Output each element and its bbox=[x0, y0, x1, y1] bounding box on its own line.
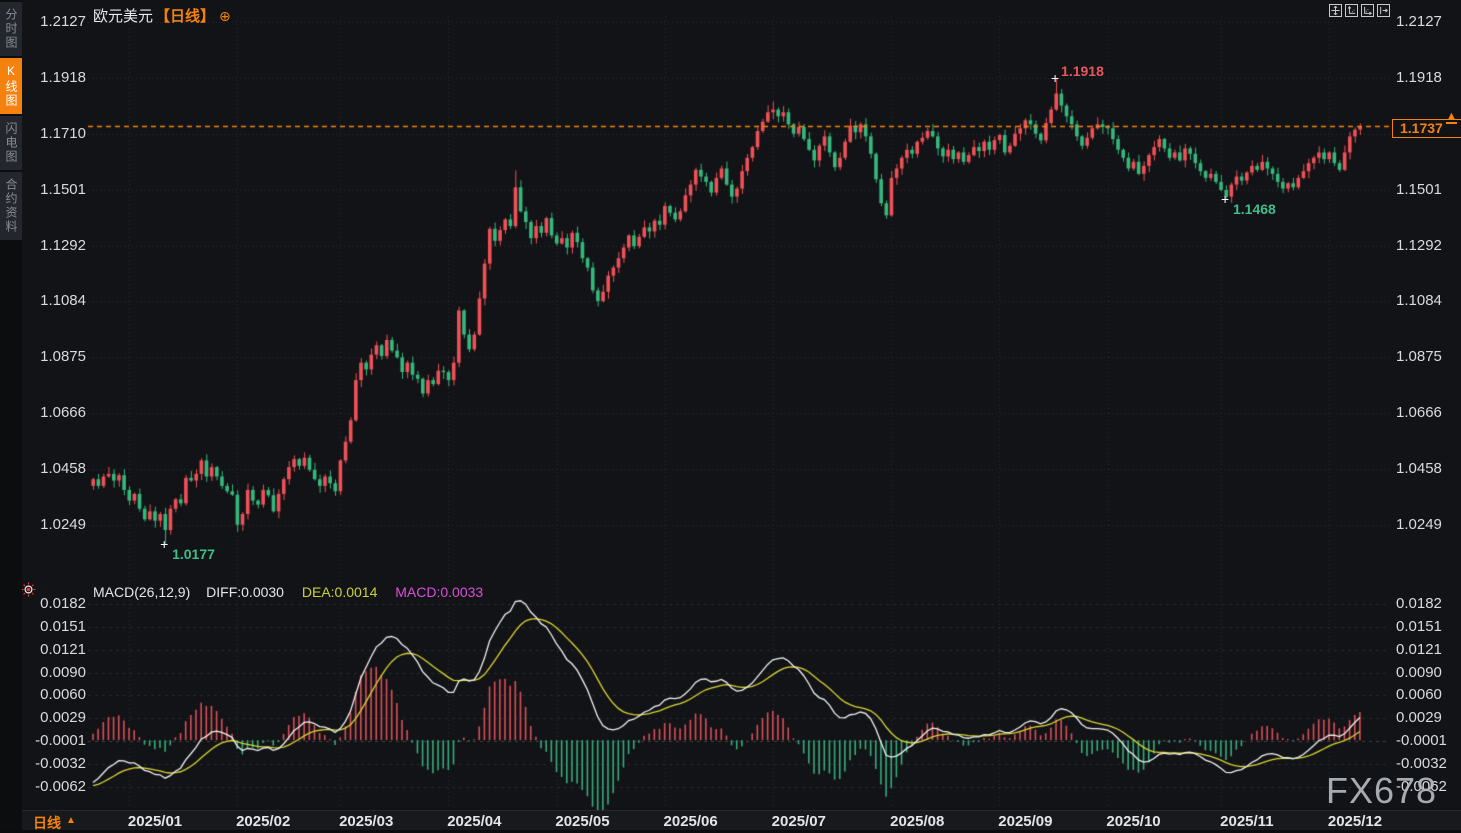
macd-axis-label: -0.0001 bbox=[26, 732, 86, 749]
period-tag: 【日线】 bbox=[155, 8, 215, 25]
latest-price-arrow-icon[interactable]: ▲ bbox=[1446, 111, 1457, 124]
date-axis-label: 2025/07 bbox=[764, 813, 834, 830]
macd-axis-label: 0.0060 bbox=[1396, 686, 1460, 703]
marker-price-label: 1.1468 bbox=[1233, 201, 1276, 217]
sidebar: 分时图K线图闪电图合约资料 bbox=[0, 0, 22, 829]
chart-app: 分时图K线图闪电图合约资料 欧元美元【日线】⊕ 1.2127 1.1918 1.17… bbox=[0, 0, 1461, 829]
macd-macd-value: MACD:0.0033 bbox=[395, 584, 483, 600]
macd-axis-label: 0.0121 bbox=[1396, 641, 1460, 658]
macd-axis-label: -0.0032 bbox=[26, 755, 86, 772]
price-axis-label: 1.0249 bbox=[26, 516, 86, 533]
marker-cross-icon: + bbox=[1051, 73, 1059, 83]
bottom-bar: 日线 ▲ 2025/01 2025/02 2025/03 2025/04 2025/05… bbox=[22, 810, 1461, 830]
marker-cross-icon: + bbox=[160, 539, 168, 549]
price-axis-label: 1.1918 bbox=[1396, 69, 1460, 86]
price-axis-label: 1.0875 bbox=[1396, 348, 1460, 365]
price-axis-label: 1.1501 bbox=[26, 181, 86, 198]
macd-diff-value: DIFF:0.0030 bbox=[206, 584, 284, 600]
date-axis-label: 2025/05 bbox=[548, 813, 618, 830]
price-axis-label: 1.0666 bbox=[1396, 404, 1460, 421]
price-axis-label: 1.1501 bbox=[1396, 181, 1460, 198]
marker-price-label: 1.0177 bbox=[172, 546, 215, 562]
macd-axis-label: 0.0029 bbox=[1396, 709, 1460, 726]
date-axis-label: 2025/06 bbox=[656, 813, 726, 830]
macd-axis-label: 0.0090 bbox=[1396, 664, 1460, 681]
macd-axis-label: 0.0151 bbox=[1396, 618, 1460, 635]
date-axis-label: 2025/12 bbox=[1320, 813, 1390, 830]
period-selector-arrow-icon[interactable]: ▲ bbox=[66, 815, 76, 826]
price-axis-label: 1.2127 bbox=[1396, 13, 1460, 30]
add-indicator-icon[interactable]: ⊕ bbox=[219, 8, 231, 24]
sidebar-tab-kline-chart[interactable]: K线图 bbox=[0, 58, 22, 114]
zoom-vertical-axis-icon[interactable] bbox=[1345, 4, 1358, 17]
price-axis-label: 1.1084 bbox=[26, 292, 86, 309]
macd-params-label: MACD(26,12,9) bbox=[93, 584, 190, 600]
watermark: FX678 bbox=[1326, 770, 1437, 812]
sidebar-tab-time-chart[interactable]: 分时图 bbox=[0, 2, 22, 56]
macd-axis-label: 0.0090 bbox=[26, 664, 86, 681]
price-axis-label: 1.1710 bbox=[26, 125, 86, 142]
symbol-name: 欧元美元 bbox=[93, 8, 153, 25]
date-axis-label: 2025/03 bbox=[331, 813, 401, 830]
macd-axis-label: -0.0001 bbox=[1396, 732, 1460, 749]
chart-title: 欧元美元【日线】⊕ bbox=[93, 5, 231, 26]
macd-axis-label: 0.0182 bbox=[1396, 595, 1460, 612]
sidebar-tab-contract-info[interactable]: 合约资料 bbox=[0, 172, 22, 240]
sidebar-tab-flash-chart[interactable]: 闪电图 bbox=[0, 116, 22, 170]
date-axis-label: 2025/10 bbox=[1099, 813, 1169, 830]
macd-header: MACD(26,12,9) DIFF:0.0030 DEA:0.0014 MAC… bbox=[93, 584, 483, 600]
date-axis-label: 2025/04 bbox=[439, 813, 509, 830]
price-axis-label: 1.1292 bbox=[26, 237, 86, 254]
reset-view-icon[interactable] bbox=[1377, 4, 1390, 17]
macd-axis-label: -0.0062 bbox=[26, 778, 86, 795]
date-axis-label: 2025/09 bbox=[990, 813, 1060, 830]
chart-canvas[interactable] bbox=[0, 0, 1461, 829]
price-axis-label: 1.0458 bbox=[1396, 460, 1460, 477]
price-axis-label: 1.1918 bbox=[26, 69, 86, 86]
zoom-horizontal-axis-icon[interactable] bbox=[1361, 4, 1374, 17]
marker-price-label: 1.1918 bbox=[1061, 63, 1104, 79]
pan-move-icon[interactable] bbox=[1329, 4, 1342, 17]
price-axis-label: 1.0666 bbox=[26, 404, 86, 421]
macd-axis-label: 0.0029 bbox=[26, 709, 86, 726]
date-axis-label: 2025/01 bbox=[120, 813, 190, 830]
date-axis-label: 2025/02 bbox=[228, 813, 298, 830]
price-axis-label: 1.1292 bbox=[1396, 237, 1460, 254]
macd-axis-label: 0.0060 bbox=[26, 686, 86, 703]
price-axis-label: 1.2127 bbox=[26, 13, 86, 30]
price-axis-label: 1.0458 bbox=[26, 460, 86, 477]
toolbar bbox=[1329, 4, 1390, 17]
period-selector[interactable]: 日线 bbox=[33, 813, 61, 833]
marker-cross-icon: + bbox=[1221, 194, 1229, 204]
macd-axis-label: 0.0151 bbox=[26, 618, 86, 635]
indicator-beacon-icon[interactable] bbox=[21, 582, 36, 602]
price-axis-label: 1.0875 bbox=[26, 348, 86, 365]
macd-dea-value: DEA:0.0014 bbox=[302, 584, 378, 600]
date-axis-label: 2025/08 bbox=[882, 813, 952, 830]
price-axis-label: 1.0249 bbox=[1396, 516, 1460, 533]
price-axis-label: 1.1084 bbox=[1396, 292, 1460, 309]
macd-axis-label: 0.0121 bbox=[26, 641, 86, 658]
date-axis-label: 2025/11 bbox=[1212, 813, 1282, 830]
